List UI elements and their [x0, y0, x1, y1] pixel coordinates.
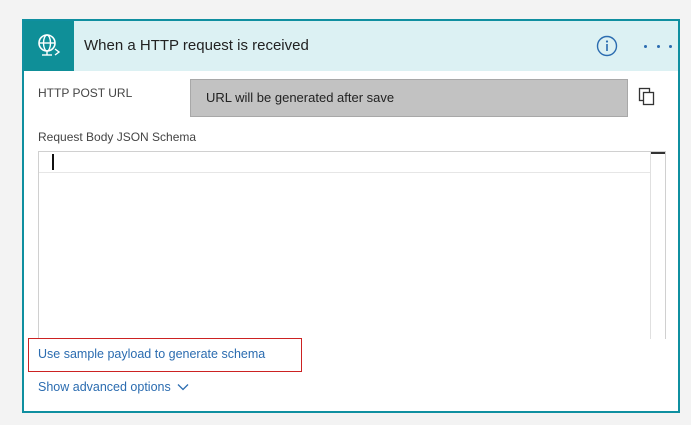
request-body-schema-editor[interactable] — [38, 151, 666, 339]
editor-gutter — [39, 152, 51, 172]
ellipsis-icon[interactable] — [644, 39, 672, 53]
request-body-schema-label: Request Body JSON Schema — [38, 130, 197, 144]
ellipsis-dot — [656, 44, 660, 48]
copy-icon[interactable] — [638, 87, 656, 107]
chevron-down-icon — [177, 384, 189, 391]
globe-request-icon — [24, 21, 74, 71]
http-post-url-label: HTTP POST URL — [38, 86, 133, 100]
http-trigger-card: When a HTTP request is received HTTP POS… — [22, 19, 680, 413]
show-advanced-options-link[interactable]: Show advanced options — [38, 380, 189, 394]
text-caret — [52, 154, 54, 170]
info-icon[interactable] — [596, 35, 618, 57]
advanced-options-label: Show advanced options — [38, 380, 171, 394]
scrollbar-thumb[interactable] — [651, 152, 665, 154]
editor-scrollbar[interactable] — [650, 152, 665, 339]
card-header[interactable]: When a HTTP request is received — [24, 21, 678, 71]
ellipsis-dot — [669, 44, 672, 48]
sample-payload-link[interactable]: Use sample payload to generate schema — [38, 347, 265, 361]
editor-current-line — [39, 152, 665, 173]
card-title: When a HTTP request is received — [84, 37, 309, 54]
http-post-url-field: URL will be generated after save — [190, 79, 628, 117]
ellipsis-dot — [644, 44, 647, 48]
